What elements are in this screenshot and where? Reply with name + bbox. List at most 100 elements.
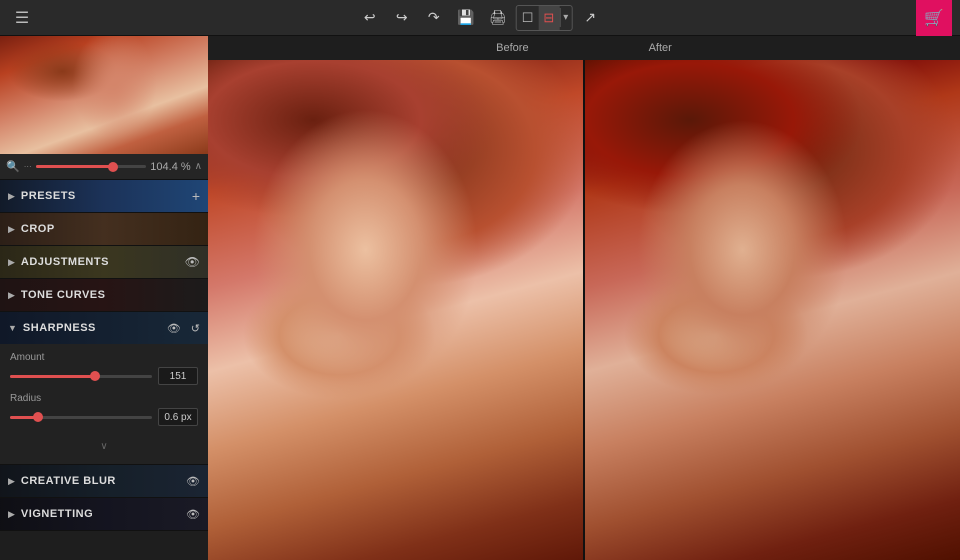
forward-icon: ↷	[428, 9, 440, 26]
section-adjustments-header[interactable]: ▶ ADJUSTMENTS 👁	[0, 246, 208, 278]
toolbar-right: 🛒	[916, 0, 952, 36]
save-icon: 💾	[457, 9, 474, 26]
before-image-panel	[208, 60, 585, 560]
redo-button[interactable]: ↪	[388, 4, 416, 32]
after-photo	[585, 60, 960, 560]
print-button[interactable]: 🖨	[484, 4, 512, 32]
forward-button[interactable]: ↷	[420, 4, 448, 32]
section-sharpness: ▼ SHARPNESS 👁 ↺ Amount 151	[0, 312, 208, 465]
presets-plus-icon: +	[192, 188, 200, 204]
cart-icon: 🛒	[924, 8, 944, 28]
section-presets: ▶ PRESETS +	[0, 180, 208, 213]
hamburger-button[interactable]: ☰	[8, 4, 36, 32]
radius-slider-thumb	[33, 412, 43, 422]
section-sharpness-header[interactable]: ▼ SHARPNESS 👁 ↺	[0, 312, 208, 344]
section-tone-curves: ▶ TONE CURVES	[0, 279, 208, 312]
save-button[interactable]: 💾	[452, 4, 480, 32]
sharpness-expand-chevron[interactable]: ∨	[10, 434, 198, 456]
section-creative-blur-header[interactable]: ▶ CREATIVE BLUR 👁	[0, 465, 208, 497]
main-content: 🔍 ··· 104.4 % ∧ ▶ PRESETS +	[0, 36, 960, 560]
presets-header-content: ▶ PRESETS +	[8, 188, 200, 204]
section-presets-header[interactable]: ▶ PRESETS +	[0, 180, 208, 212]
undo-icon: ↩	[364, 9, 376, 26]
zoom-search-icon: 🔍	[6, 160, 20, 173]
adjustments-header-content: ▶ ADJUSTMENTS 👁	[8, 255, 200, 269]
amount-slider[interactable]	[10, 375, 152, 378]
preview-image	[0, 36, 208, 154]
section-crop-header[interactable]: ▶ CROP	[0, 213, 208, 245]
section-vignetting-header[interactable]: ▶ VIGNETTING 👁	[0, 498, 208, 530]
before-label: Before	[496, 42, 528, 54]
print-icon: 🖨	[489, 9, 507, 26]
zoom-chevron-icon[interactable]: ∧	[195, 161, 202, 172]
zoom-bar: 🔍 ··· 104.4 % ∧	[0, 154, 208, 180]
amount-slider-fill	[10, 375, 95, 378]
tone-curves-header-content: ▶ TONE CURVES	[8, 289, 200, 301]
tone-curves-arrow: ▶	[8, 290, 15, 301]
after-label: After	[649, 42, 672, 54]
crop-label: CROP	[21, 223, 55, 235]
hamburger-icon: ☰	[15, 8, 29, 28]
sharpness-eye-icon: 👁	[167, 322, 181, 335]
zoom-slider[interactable]	[36, 165, 147, 168]
redo-icon: ↪	[396, 9, 408, 26]
split-view-button[interactable]: ⊟	[538, 6, 559, 30]
sharpness-arrow: ▼	[8, 323, 17, 333]
single-view-button[interactable]: ☐	[517, 6, 539, 30]
adjustments-eye-icon: 👁	[185, 255, 200, 269]
radius-value-box[interactable]: 0.6 px	[158, 408, 198, 426]
presets-label: PRESETS	[21, 190, 76, 202]
adjustments-label: ADJUSTMENTS	[21, 256, 109, 268]
cart-button[interactable]: 🛒	[916, 0, 952, 36]
top-toolbar: ☰ ↩ ↪ ↷ 💾 🖨 ☐ ⊟ ▾ ↗ 🛒	[0, 0, 960, 36]
creative-blur-header-content: ▶ CREATIVE BLUR 👁	[8, 475, 200, 488]
radius-label: Radius	[10, 393, 198, 404]
vignetting-arrow: ▶	[8, 509, 15, 520]
vignetting-label: VIGNETTING	[21, 508, 93, 520]
before-photo	[208, 60, 583, 560]
zoom-slider-fill	[36, 165, 113, 168]
presets-arrow: ▶	[8, 191, 15, 202]
canvas-area: Before After	[208, 36, 960, 560]
adjustments-arrow: ▶	[8, 257, 15, 268]
sharpness-label: SHARPNESS	[23, 322, 96, 334]
vignetting-header-content: ▶ VIGNETTING 👁	[8, 508, 200, 521]
left-panel: 🔍 ··· 104.4 % ∧ ▶ PRESETS +	[0, 36, 208, 560]
sharpness-reset-icon[interactable]: ↺	[191, 322, 200, 335]
vignetting-eye-icon: 👁	[186, 508, 200, 521]
section-tone-curves-header[interactable]: ▶ TONE CURVES	[0, 279, 208, 311]
radius-slider-wrap: 0.6 px	[10, 408, 198, 426]
zoom-dots-icon: ···	[24, 162, 32, 171]
zoom-slider-thumb	[108, 162, 118, 172]
section-vignetting: ▶ VIGNETTING 👁	[0, 498, 208, 531]
sharpness-header-content: ▼ SHARPNESS 👁 ↺	[8, 322, 200, 335]
amount-value-box[interactable]: 151	[158, 367, 198, 385]
section-adjustments: ▶ ADJUSTMENTS 👁	[0, 246, 208, 279]
amount-slider-wrap: 151	[10, 367, 198, 385]
toolbar-left: ☰	[8, 4, 36, 32]
before-after-bar: Before After	[208, 36, 960, 60]
undo-button[interactable]: ↩	[356, 4, 384, 32]
tone-curves-label: TONE CURVES	[21, 289, 106, 301]
creative-blur-arrow: ▶	[8, 476, 15, 487]
amount-slider-thumb	[90, 371, 100, 381]
section-crop: ▶ CROP	[0, 213, 208, 246]
creative-blur-eye-icon: 👁	[186, 475, 200, 488]
sharpness-controls: Amount 151 Radius	[0, 344, 208, 464]
toolbar-center: ↩ ↪ ↷ 💾 🖨 ☐ ⊟ ▾ ↗	[356, 4, 605, 32]
amount-label: Amount	[10, 352, 198, 363]
section-creative-blur: ▶ CREATIVE BLUR 👁	[0, 465, 208, 498]
export-icon: ↗	[584, 9, 596, 26]
export-button[interactable]: ↗	[576, 4, 604, 32]
chevron-down-icon: ∨	[100, 441, 107, 452]
amount-slider-row: Amount 151	[10, 352, 198, 385]
view-split-group: ☐ ⊟ ▾	[516, 5, 573, 31]
crop-header-content: ▶ CROP	[8, 223, 200, 235]
images-container	[208, 60, 960, 560]
radius-slider-row: Radius 0.6 px	[10, 393, 198, 426]
view-dropdown-button[interactable]: ▾	[559, 8, 571, 27]
zoom-value-label: 104.4 %	[150, 161, 190, 173]
after-image-panel	[585, 60, 960, 560]
creative-blur-label: CREATIVE BLUR	[21, 475, 116, 487]
radius-slider[interactable]	[10, 416, 152, 419]
